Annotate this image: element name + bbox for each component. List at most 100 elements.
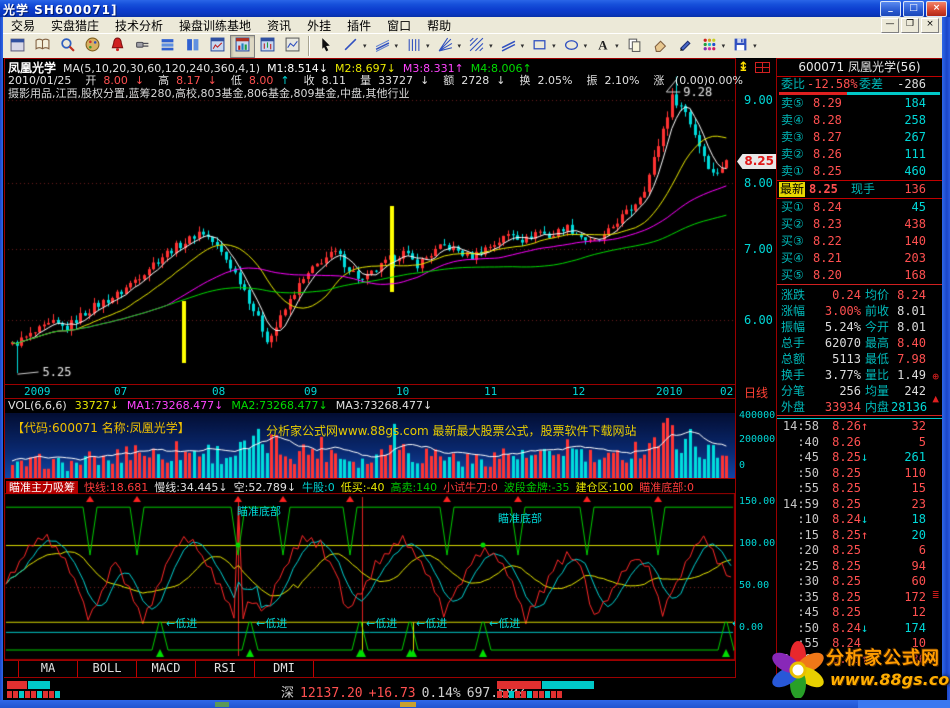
text-tool-icon: A <box>595 37 610 55</box>
tab-rsi[interactable]: RSI <box>196 661 255 677</box>
volume-chart-area[interactable]: 【代码:600071 名称:凤凰光学】 分析家公式网www.88gs.com 最… <box>4 413 735 478</box>
toolbar-button-columns[interactable] <box>180 35 205 58</box>
menu-item-1[interactable]: 实盘猎庄 <box>43 17 107 34</box>
x-axis-label: 08 <box>212 385 225 398</box>
fan-tool-icon <box>438 37 453 55</box>
volume-header: VOL(6,6,6)33727↓MA1:73268.477↓MA2:73268.… <box>8 399 440 412</box>
scroll-lines-icon[interactable]: ≣ <box>932 589 939 600</box>
volume-header-field: VOL(6,6,6) <box>8 399 67 412</box>
indicator-field: 波段金牌:-35 <box>504 481 570 494</box>
header-field: 换2.05% <box>520 74 580 87</box>
kline-chart-canvas[interactable] <box>4 58 735 384</box>
toolbar-button-rect-tool[interactable] <box>527 35 552 58</box>
toolbar-button-ellipse-tool[interactable] <box>559 35 584 58</box>
menu-item-3[interactable]: 操盘训练基地 <box>171 17 259 34</box>
bottom-signal-text: 瞄准底部 <box>498 510 542 526</box>
menu-item-5[interactable]: 外挂 <box>299 17 339 34</box>
toolbar-button-colors[interactable] <box>697 35 722 58</box>
toolbar-button-pen[interactable] <box>672 35 697 58</box>
toolbar-button-chart-window4[interactable] <box>280 35 305 58</box>
toolbar-button-alarm[interactable] <box>105 35 130 58</box>
sell-row: 卖①8.25460 <box>777 163 942 180</box>
indicator-chart-canvas[interactable] <box>4 493 735 660</box>
quote-stock-header[interactable]: 600071 凤凰光学(56) <box>777 59 942 77</box>
toolbar-button-palette[interactable] <box>80 35 105 58</box>
toolbar-button-chart-window3[interactable] <box>255 35 280 58</box>
toolbar-button-connect[interactable] <box>130 35 155 58</box>
toolbar-button-chart-window2[interactable] <box>230 35 255 58</box>
tick-row: :458.2512 <box>777 605 942 621</box>
menu-item-4[interactable]: 资讯 <box>259 17 299 34</box>
menu-item-2[interactable]: 技术分析 <box>107 17 171 34</box>
weicha-value: -286 <box>887 77 938 92</box>
kline-chart-area[interactable] <box>4 58 735 384</box>
tick-list[interactable]: 14:588.26↑32:408.265:458.25↓261:508.2511… <box>777 419 942 677</box>
search-icon <box>60 37 75 55</box>
toolbar-button-vlines-tool[interactable] <box>401 35 426 58</box>
indicator-field: 瞄准底部:0 <box>639 481 694 494</box>
mdi-restore-button[interactable]: ❐ <box>901 18 919 33</box>
toolbar-button-trendline-tool[interactable] <box>370 35 395 58</box>
indicator-field: 慢线:34.445↓ <box>154 481 227 494</box>
toolbar-button-save[interactable] <box>728 35 753 58</box>
window-icon <box>10 37 25 55</box>
tick-row: :108.24↓18 <box>777 512 942 528</box>
stat-row: 涨幅3.00%前收8.01 <box>777 303 942 319</box>
indicator-chart-area[interactable]: 瞄准底部 瞄准底部 ←低进←低进←低进←低进←低进←低进 <box>4 493 735 660</box>
market-meter-left <box>7 681 60 698</box>
toolbar-button-fan-tool[interactable] <box>433 35 458 58</box>
mdi-close-button[interactable]: × <box>921 18 939 33</box>
volume-axis-label: 0 <box>739 460 745 471</box>
tab-macd[interactable]: MACD <box>137 661 196 677</box>
menu-item-8[interactable]: 帮助 <box>419 17 459 34</box>
x-axis-label: 2010 <box>656 385 683 398</box>
menu-item-6[interactable]: 插件 <box>339 17 379 34</box>
index-value: 12137.20 <box>300 686 363 701</box>
weibi-label: 委比 <box>781 77 807 92</box>
toolbar-button-rows[interactable] <box>155 35 180 58</box>
volume-header-field: MA1:73268.477↓ <box>127 399 223 412</box>
price-axis-label: 7.00 <box>744 242 773 256</box>
tab-ma[interactable]: MA <box>18 661 78 677</box>
window-title: 光学 SH600071] <box>3 1 117 18</box>
trendline-tool-icon <box>375 37 390 55</box>
title-bar: 光学 SH600071] _ □ × <box>0 0 950 17</box>
mdi-minimize-button[interactable]: — <box>881 18 899 33</box>
menu-item-0[interactable]: 交易 <box>3 17 43 34</box>
xianshou-value: 136 <box>881 181 942 198</box>
scroll-marker-icon[interactable]: ▲ <box>932 393 939 404</box>
tab-dmi[interactable]: DMI <box>255 661 314 677</box>
x-axis: 2009070809101112201002 <box>4 385 735 398</box>
toolbar-button-book[interactable] <box>30 35 55 58</box>
toolbar-button-search[interactable] <box>55 35 80 58</box>
toolbar-button-eraser[interactable] <box>647 35 672 58</box>
grid-layout-icon[interactable] <box>755 62 770 73</box>
toolbar-button-pointer[interactable] <box>313 35 338 58</box>
minimize-button[interactable]: _ <box>880 1 901 17</box>
buy-row: 买⑤8.20168 <box>777 267 942 284</box>
tab-boll[interactable]: BOLL <box>78 661 137 677</box>
x-axis-label: 02 <box>720 385 733 398</box>
toolbar-button-text-tool[interactable]: A <box>590 35 615 58</box>
toolbar-button-copy[interactable] <box>622 35 647 58</box>
toolbar-button-window[interactable] <box>5 35 30 58</box>
period-label[interactable]: 日线 <box>744 384 768 401</box>
toolbar-button-gann-tool[interactable] <box>464 35 489 58</box>
maximize-button[interactable]: □ <box>903 1 924 17</box>
toolbar-button-channel-tool[interactable] <box>496 35 521 58</box>
indicator-title[interactable]: 瞄准主力吸筹 <box>6 481 78 494</box>
toolbar-button-line-tool[interactable] <box>338 35 363 58</box>
x-axis-label: 12 <box>572 385 585 398</box>
menu-item-7[interactable]: 窗口 <box>379 17 419 34</box>
bottom-signal-text: 瞄准底部 <box>237 503 281 519</box>
buy-signal-label: ←低进 <box>256 615 287 631</box>
buy-signal-label: ←低进 <box>166 615 197 631</box>
volume-header-field: 33727↓ <box>75 399 119 412</box>
close-button[interactable]: × <box>926 1 947 17</box>
chevron-down-icon[interactable]: ▾ <box>753 42 760 50</box>
menu-bar: 交易实盘猎庄技术分析操盘训练基地资讯外挂插件窗口帮助 — ❐ × <box>3 17 947 33</box>
line-tool-icon <box>343 37 358 55</box>
scroll-up-icon[interactable]: ⊕ <box>932 371 939 382</box>
toolbar-button-chart-window[interactable] <box>205 35 230 58</box>
latest-price: 8.25 <box>809 181 851 198</box>
